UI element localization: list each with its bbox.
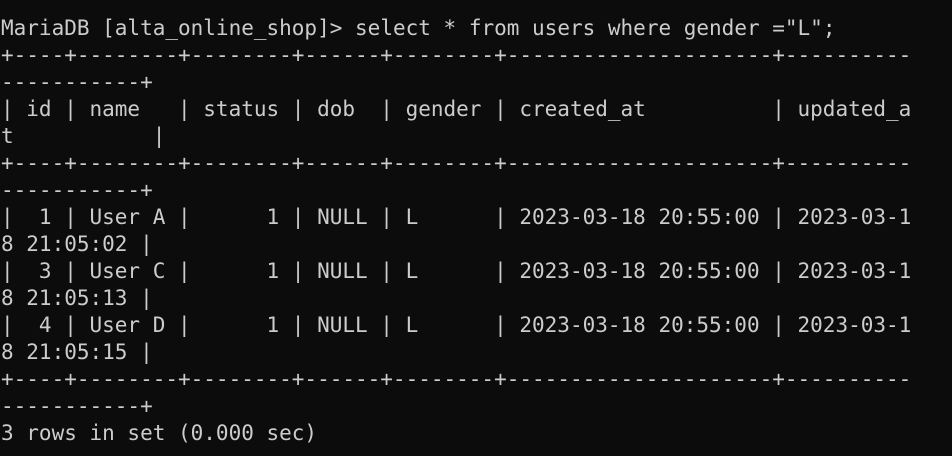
table-header-row-wrap: t | [1, 124, 166, 148]
result-summary: 3 rows in set (0.000 sec) [1, 421, 318, 445]
table-row-wrap: 8 21:05:13 | [1, 286, 153, 310]
sql-command: select * from users where gender ="L"; [355, 16, 836, 40]
table-border-mid-wrap: -----------+ [1, 178, 153, 202]
terminal-window[interactable]: MariaDB [alta_online_shop]> select * fro… [0, 0, 952, 456]
prompt: MariaDB [alta_online_shop]> [1, 16, 343, 40]
table-border-bottom: +----+--------+--------+------+--------+… [1, 367, 912, 391]
table-border-top: +----+--------+--------+------+--------+… [1, 43, 912, 67]
table-border-top-wrap: -----------+ [1, 70, 153, 94]
table-row-wrap: 8 21:05:15 | [1, 340, 153, 364]
table-row: | 4 | User D | 1 | NULL | L | 2023-03-18… [1, 313, 912, 337]
command-line: MariaDB [alta_online_shop]> select * fro… [1, 15, 952, 42]
table-border-mid: +----+--------+--------+------+--------+… [1, 151, 912, 175]
table-row: | 1 | User A | 1 | NULL | L | 2023-03-18… [1, 205, 912, 229]
table-row: | 3 | User C | 1 | NULL | L | 2023-03-18… [1, 259, 912, 283]
table-row-wrap: 8 21:05:02 | [1, 232, 153, 256]
table-border-bottom-wrap: -----------+ [1, 394, 153, 418]
table-header-row: | id | name | status | dob | gender | cr… [1, 97, 912, 121]
